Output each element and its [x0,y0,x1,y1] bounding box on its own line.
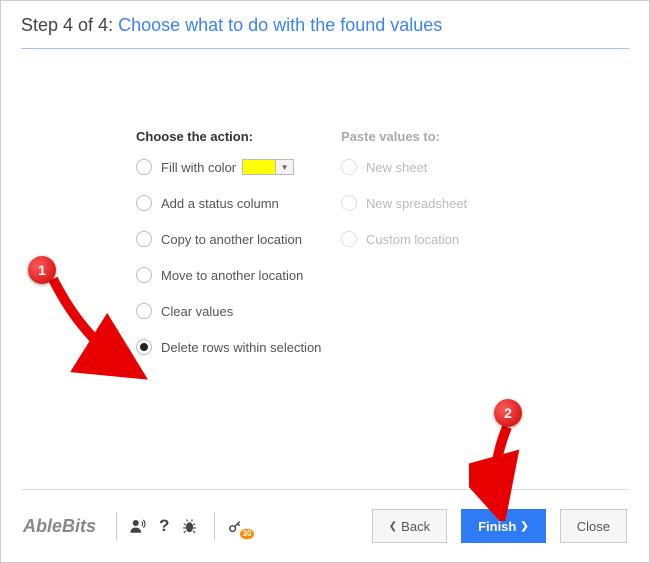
user-voice-icon[interactable] [129,517,147,535]
radio-icon[interactable] [136,339,152,355]
paste-values-column: Paste values to: New sheet New spreadshe… [341,129,541,374]
button-label: Finish [478,519,516,534]
button-label: Back [401,519,430,534]
option-label: Move to another location [161,268,303,283]
option-clear-values[interactable]: Clear values [136,302,341,320]
step-title-link[interactable]: Choose what to do with the found values [118,15,442,35]
radio-icon [341,195,357,211]
annotation-callout-2: 2 [494,399,522,427]
radio-icon[interactable] [136,159,152,175]
option-new-spreadsheet: New spreadsheet [341,194,541,212]
radio-icon[interactable] [136,267,152,283]
radio-icon[interactable] [136,231,152,247]
option-add-status-column[interactable]: Add a status column [136,194,341,212]
dialog-body: Step 4 of 4: Choose what to do with the … [1,1,649,374]
choose-action-column: Choose the action: Fill with color ▼ Add… [136,129,341,374]
paste-values-heading: Paste values to: [341,129,541,144]
choose-action-heading: Choose the action: [136,129,341,144]
bug-icon[interactable] [181,518,198,535]
option-move-to-another-location[interactable]: Move to another location [136,266,341,284]
option-fill-with-color[interactable]: Fill with color ▼ [136,158,341,176]
color-swatch[interactable] [242,159,276,175]
header-divider [21,48,629,49]
footer-bar: AbleBits ? 30 ❮ Back Finish ❯ Close [1,490,649,562]
color-dropdown-button[interactable]: ▼ [276,159,294,175]
back-button[interactable]: ❮ Back [372,509,447,543]
option-label: Delete rows within selection [161,340,321,355]
option-custom-location: Custom location [341,230,541,248]
chevron-right-icon: ❯ [520,521,528,532]
license-key-icon[interactable]: 30 [227,518,244,535]
license-days-badge: 30 [240,529,255,539]
option-label: New spreadsheet [366,196,467,211]
option-copy-to-another-location[interactable]: Copy to another location [136,230,341,248]
close-button[interactable]: Close [560,509,627,543]
option-label: Clear values [161,304,233,319]
option-label: Fill with color [161,160,236,175]
finish-button[interactable]: Finish ❯ [461,509,546,543]
radio-icon[interactable] [136,195,152,211]
options-area: Choose the action: Fill with color ▼ Add… [21,129,629,374]
option-label: Custom location [366,232,459,247]
help-icon[interactable]: ? [159,516,169,536]
radio-icon [341,159,357,175]
radio-icon[interactable] [136,303,152,319]
option-label: Copy to another location [161,232,302,247]
annotation-callout-1: 1 [28,256,56,284]
step-number: Step 4 of 4: [21,15,118,35]
step-heading: Step 4 of 4: Choose what to do with the … [21,15,629,36]
chevron-down-icon: ▼ [281,163,289,172]
option-label: New sheet [366,160,427,175]
vertical-divider [116,512,117,540]
vertical-divider [214,512,215,540]
radio-icon [341,231,357,247]
option-delete-rows-within-selection[interactable]: Delete rows within selection [136,338,341,356]
chevron-left-icon: ❮ [389,521,397,532]
button-label: Close [577,519,610,534]
option-label: Add a status column [161,196,279,211]
brand-logo[interactable]: AbleBits [23,516,96,537]
option-new-sheet: New sheet [341,158,541,176]
